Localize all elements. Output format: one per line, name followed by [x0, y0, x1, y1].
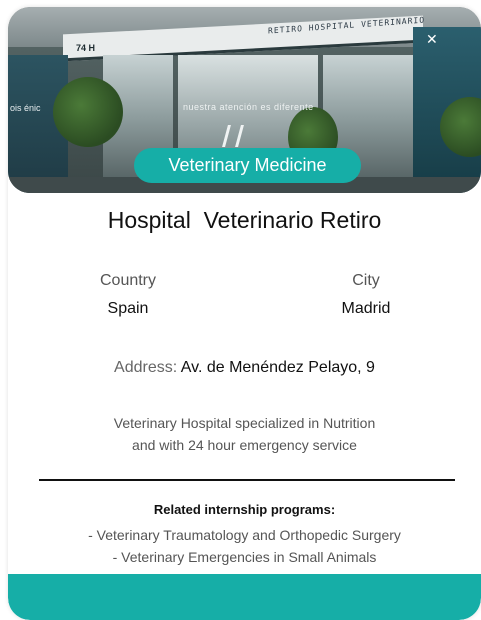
window-side-text: ois énic [10, 103, 41, 113]
program-item[interactable]: - Veterinary Emergencies in Small Animal… [8, 546, 481, 568]
specialty-badge[interactable]: Veterinary Medicine [134, 148, 361, 183]
panel-logo-icon: ✕ [426, 31, 438, 47]
hospital-description: Veterinary Hospital specialized in Nutri… [8, 412, 481, 456]
address-value: Av. de Menéndez Pelayo, 9 [180, 359, 375, 376]
hospital-card[interactable]: RETIRO HOSPITAL VETERINARIO 74 H ois éni… [8, 7, 481, 620]
footer-bar[interactable] [8, 574, 481, 620]
description-line: Veterinary Hospital specialized in Nutri… [113, 415, 376, 431]
country-label: Country [99, 272, 157, 289]
program-item[interactable]: - Veterinary Traumatology and Orthopedic… [8, 524, 481, 546]
country-value: Spain [107, 300, 149, 317]
address-label: Address: [114, 359, 178, 376]
description-line: and with 24 hour emergency service [132, 437, 357, 453]
city-value: Madrid [341, 300, 391, 317]
divider [39, 479, 455, 481]
window-slogan-text: nuestra atención es diferente [183, 102, 314, 112]
plant-left [53, 77, 123, 147]
related-programs-list: - Veterinary Traumatology and Orthopedic… [8, 524, 481, 568]
street-number-text: 74 H [76, 43, 96, 53]
address: Address: Av. de Menéndez Pelayo, 9 [8, 359, 481, 377]
city-label: City [352, 272, 380, 289]
related-programs-title: Related internship programs: [153, 502, 336, 517]
hospital-title: Hospital Veterinario Retiro [107, 207, 382, 233]
